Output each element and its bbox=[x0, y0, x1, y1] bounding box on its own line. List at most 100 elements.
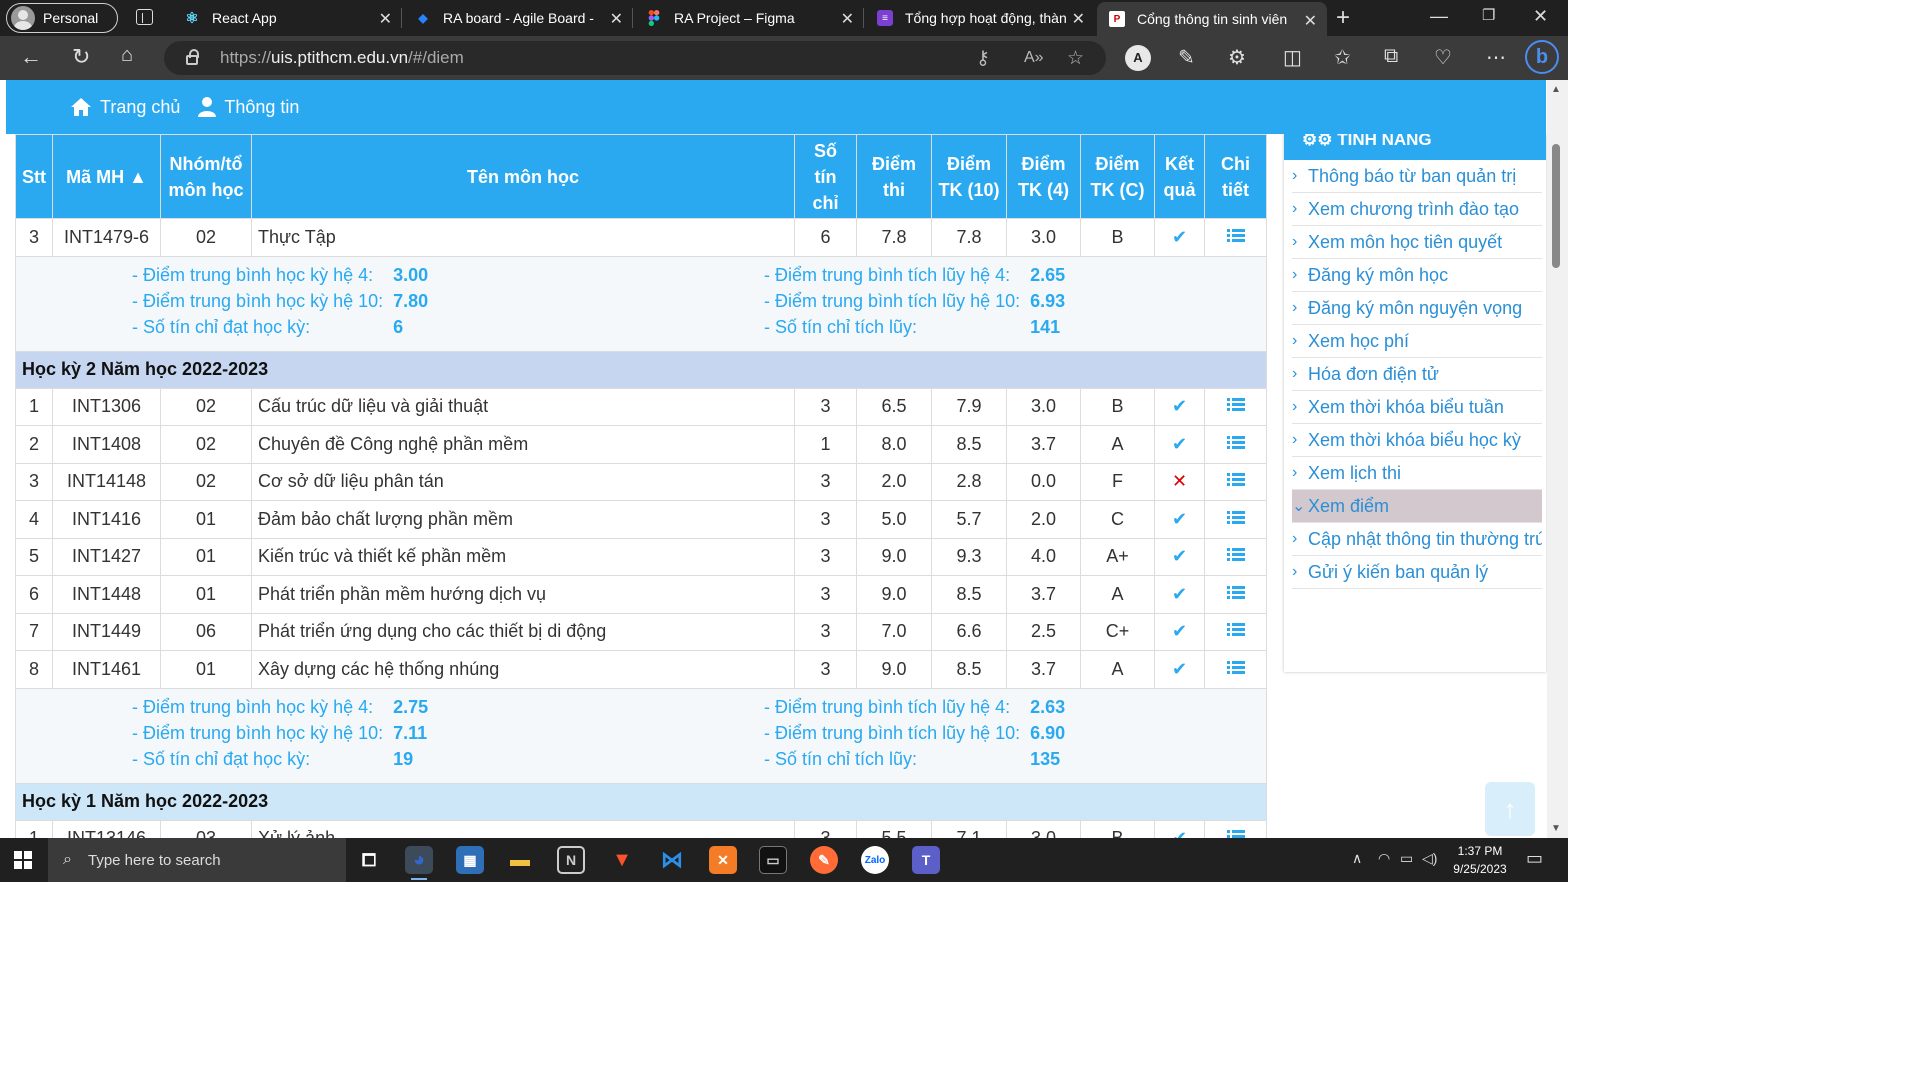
new-tab-icon[interactable]: + bbox=[1336, 4, 1350, 32]
notion-icon[interactable]: N bbox=[557, 846, 585, 874]
bing-copilot-icon[interactable]: b bbox=[1525, 40, 1559, 74]
notifications-icon[interactable]: ▭ bbox=[1526, 848, 1543, 869]
tab-ra-board[interactable]: ◆ RA board - Agile Board - ✕ bbox=[403, 0, 633, 36]
postman-icon[interactable]: ✎ bbox=[810, 846, 838, 874]
detail-button[interactable] bbox=[1204, 537, 1267, 576]
nav-home[interactable]: Trang chủ bbox=[70, 97, 180, 118]
minimize-icon[interactable]: — bbox=[1430, 6, 1448, 27]
react-icon: ⚛ bbox=[185, 10, 199, 27]
tab-figma[interactable]: RA Project – Figma ✕ bbox=[634, 0, 864, 36]
close-tab-icon[interactable]: ✕ bbox=[841, 9, 854, 29]
cell-tkc: B bbox=[1080, 819, 1155, 838]
task-view-icon[interactable]: ⧠ bbox=[355, 846, 383, 874]
close-tab-icon[interactable]: ✕ bbox=[379, 9, 392, 29]
result-fail: ✕ bbox=[1154, 462, 1205, 501]
key-icon[interactable]: ⚷ bbox=[976, 47, 990, 70]
cell-credits: 3 bbox=[794, 387, 857, 426]
tab-cong-thong-tin[interactable]: P Cổng thông tin sinh viên ✕ bbox=[1097, 2, 1327, 36]
detail-button[interactable] bbox=[1204, 462, 1267, 501]
detail-button[interactable] bbox=[1204, 500, 1267, 539]
terminal-icon[interactable]: ▭ bbox=[759, 846, 787, 874]
store-icon[interactable]: ▦ bbox=[456, 846, 484, 874]
sidebar-item[interactable]: › Xem học phí bbox=[1292, 325, 1542, 358]
volume-icon[interactable]: ◁) bbox=[1422, 850, 1437, 867]
sidebar-item[interactable]: › Xem lịch thi bbox=[1292, 457, 1542, 490]
scrollbar-thumb[interactable] bbox=[1552, 144, 1560, 268]
list-icon bbox=[1226, 398, 1245, 412]
favorites-icon[interactable]: ✩ bbox=[1334, 45, 1351, 70]
detail-button[interactable] bbox=[1204, 819, 1267, 838]
detail-button[interactable] bbox=[1204, 387, 1267, 426]
summary-label: - Điểm trung bình tích lũy hệ 10: bbox=[764, 722, 1021, 743]
cell-credits: 3 bbox=[794, 537, 857, 576]
extension-a-icon[interactable]: A bbox=[1125, 45, 1151, 71]
more-menu-icon[interactable]: ⋯ bbox=[1486, 45, 1506, 70]
detail-button[interactable] bbox=[1204, 612, 1267, 651]
tab-onenote[interactable]: ≡ Tổng hợp hoạt động, thàn ✕ bbox=[865, 0, 1095, 36]
battery-icon[interactable]: ▭ bbox=[1400, 850, 1413, 867]
split-screen-icon[interactable]: ◫ bbox=[1283, 45, 1302, 70]
restore-icon[interactable]: ❐ bbox=[1482, 6, 1495, 24]
site-header: Trang chủ Thông tin bbox=[6, 80, 1546, 134]
tab-actions-icon[interactable] bbox=[136, 9, 153, 25]
extensions-icon[interactable]: ⚙ bbox=[1228, 45, 1246, 70]
sidebar-item[interactable]: › Xem môn học tiên quyết bbox=[1292, 226, 1542, 259]
favorite-star-icon[interactable]: ☆ bbox=[1067, 47, 1084, 70]
close-tab-icon[interactable]: ✕ bbox=[610, 9, 623, 29]
chevron-right-icon: › bbox=[1292, 365, 1298, 382]
back-icon[interactable]: ← bbox=[20, 44, 42, 70]
sidebar-item[interactable]: › Đăng ký môn nguyện vọng bbox=[1292, 292, 1542, 325]
sidebar-item[interactable]: › Thông báo từ ban quản trị bbox=[1292, 160, 1542, 193]
teams-icon[interactable]: T bbox=[912, 846, 940, 874]
collections-icon[interactable]: ⧉ bbox=[1384, 45, 1398, 68]
detail-button[interactable] bbox=[1204, 218, 1267, 257]
sidebar-item[interactable]: › Xem thời khóa biểu tuần bbox=[1292, 391, 1542, 424]
detail-button[interactable] bbox=[1204, 650, 1267, 689]
wifi-icon[interactable]: ◠ bbox=[1378, 850, 1390, 867]
scroll-down-icon[interactable]: ▼ bbox=[1551, 823, 1561, 834]
sidebar-item[interactable]: › Xem thời khóa biểu học kỳ bbox=[1292, 424, 1542, 457]
profile-button[interactable]: Personal bbox=[6, 3, 118, 33]
sidebar-item[interactable]: ⌄ Xem điểm bbox=[1292, 490, 1542, 523]
brave-icon[interactable]: ▼ bbox=[608, 846, 636, 874]
close-tab-icon[interactable]: ✕ bbox=[1304, 11, 1317, 31]
file-explorer-icon[interactable]: ▬ bbox=[506, 846, 534, 874]
sidebar-item[interactable]: › Gửi ý kiến ban quản lý bbox=[1292, 556, 1542, 589]
home-icon bbox=[71, 98, 91, 116]
taskbar-search[interactable]: ⌕ Type here to search bbox=[48, 838, 346, 882]
cell-stt: 7 bbox=[15, 612, 53, 651]
system-clock[interactable]: 1:37 PM 9/25/2023 bbox=[1440, 842, 1520, 878]
summary-value: 135 bbox=[1030, 748, 1061, 769]
sidebar-item[interactable]: › Đăng ký môn học bbox=[1292, 259, 1542, 292]
col-ma-mh[interactable]: Mã MH ▲ bbox=[52, 134, 161, 219]
list-icon bbox=[1226, 585, 1245, 600]
sidebar-item[interactable]: › Hóa đơn điện tử bbox=[1292, 358, 1542, 391]
address-bar[interactable]: https:// uis.ptithcm.edu.vn /#/diem ⚷ A»… bbox=[164, 41, 1106, 75]
summary-value: 2.63 bbox=[1030, 696, 1066, 717]
windows-start-icon[interactable] bbox=[14, 851, 32, 869]
pen-extension-icon[interactable]: ✎ bbox=[1178, 45, 1195, 70]
tab-react-app[interactable]: ⚛ React App ✕ bbox=[172, 0, 402, 36]
back-to-top-button[interactable]: ↑ bbox=[1485, 782, 1535, 836]
home-icon[interactable]: ⌂ bbox=[121, 44, 133, 67]
detail-button[interactable] bbox=[1204, 425, 1267, 464]
refresh-icon[interactable]: ↻ bbox=[72, 44, 90, 70]
zalo-icon[interactable]: Zalo bbox=[861, 846, 889, 874]
edge-icon[interactable]: ◕ bbox=[405, 846, 433, 880]
performance-icon[interactable]: ♡ bbox=[1434, 45, 1452, 70]
close-tab-icon[interactable]: ✕ bbox=[1072, 9, 1085, 29]
scroll-up-icon[interactable]: ▲ bbox=[1551, 84, 1561, 95]
cell-code: INT1479-6 bbox=[52, 218, 161, 257]
vscode-icon[interactable]: ⋈ bbox=[658, 846, 686, 874]
close-window-icon[interactable]: ✕ bbox=[1533, 6, 1548, 27]
sidebar-item[interactable]: › Cập nhật thông tin thường trú bbox=[1292, 523, 1542, 556]
chevron-right-icon: › bbox=[1292, 167, 1298, 184]
check-icon: ✔ bbox=[1171, 226, 1188, 247]
sidebar-item[interactable]: › Xem chương trình đào tạo bbox=[1292, 193, 1542, 226]
nav-info[interactable]: Thông tin bbox=[198, 97, 299, 118]
xampp-icon[interactable]: ✕ bbox=[709, 846, 737, 874]
read-aloud-icon[interactable]: A» bbox=[1024, 49, 1044, 67]
detail-button[interactable] bbox=[1204, 575, 1267, 614]
tray-chevron-icon[interactable]: ∧ bbox=[1352, 850, 1362, 867]
page-scrollbar[interactable]: ▲ ▼ bbox=[1547, 80, 1568, 838]
